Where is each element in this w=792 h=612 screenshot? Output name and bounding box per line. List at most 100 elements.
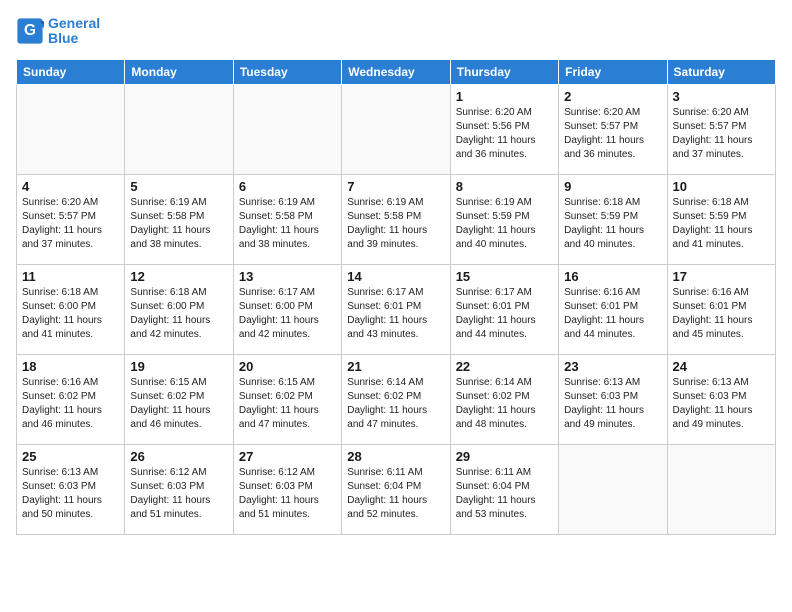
calendar-cell: 25 Sunrise: 6:13 AM Sunset: 6:03 PM Dayli… (17, 444, 125, 534)
cell-daylight-info: Sunrise: 6:12 AM Sunset: 6:03 PM Dayligh… (239, 466, 336, 522)
calendar-cell: 6Sunrise: 6:19 AM Sunset: 5:58 PM Daylig… (233, 174, 341, 264)
calendar-week-3: 11 Sunrise: 6:18 AM Sunset: 6:00 PM Dayli… (17, 264, 776, 354)
calendar-cell: 9 Sunrise: 6:18 AM Sunset: 5:59 PM Daylig… (559, 174, 667, 264)
logo-icon: G (16, 17, 44, 45)
cell-day-number: 5 (130, 179, 227, 194)
cell-day-number: 11 (22, 269, 119, 284)
calendar-cell (342, 84, 450, 174)
calendar-cell: 28 Sunrise: 6:11 AM Sunset: 6:04 PM Dayli… (342, 444, 450, 534)
cell-daylight-info: Sunrise: 6:18 AM Sunset: 5:59 PM Dayligh… (564, 196, 661, 252)
calendar-week-5: 25 Sunrise: 6:13 AM Sunset: 6:03 PM Dayli… (17, 444, 776, 534)
weekday-wednesday: Wednesday (342, 59, 450, 84)
cell-day-number: 25 (22, 449, 119, 464)
calendar-cell: 3 Sunrise: 6:20 AM Sunset: 5:57 PM Daylig… (667, 84, 775, 174)
cell-day-number: 12 (130, 269, 227, 284)
cell-day-number: 20 (239, 359, 336, 374)
cell-daylight-info: Sunrise: 6:20 AM Sunset: 5:56 PM Dayligh… (456, 106, 553, 162)
calendar-cell: 13 Sunrise: 6:17 AM Sunset: 6:00 PM Dayli… (233, 264, 341, 354)
calendar-cell: 19 Sunrise: 6:15 AM Sunset: 6:02 PM Dayli… (125, 354, 233, 444)
cell-day-number: 19 (130, 359, 227, 374)
cell-day-number: 16 (564, 269, 661, 284)
weekday-saturday: Saturday (667, 59, 775, 84)
cell-day-number: 28 (347, 449, 444, 464)
cell-day-number: 18 (22, 359, 119, 374)
weekday-friday: Friday (559, 59, 667, 84)
calendar-cell: 22 Sunrise: 6:14 AM Sunset: 6:02 PM Dayli… (450, 354, 558, 444)
cell-daylight-info: Sunrise: 6:19 AM Sunset: 5:58 PM Dayligh… (347, 196, 444, 252)
calendar-cell: 17 Sunrise: 6:16 AM Sunset: 6:01 PM Dayli… (667, 264, 775, 354)
calendar-cell: 8Sunrise: 6:19 AM Sunset: 5:59 PM Daylig… (450, 174, 558, 264)
logo-blue: Blue (48, 31, 100, 46)
cell-day-number: 14 (347, 269, 444, 284)
calendar-week-4: 18 Sunrise: 6:16 AM Sunset: 6:02 PM Dayli… (17, 354, 776, 444)
calendar-cell: 4Sunrise: 6:20 AM Sunset: 5:57 PM Daylig… (17, 174, 125, 264)
calendar-week-1: 1Sunrise: 6:20 AM Sunset: 5:56 PM Daylig… (17, 84, 776, 174)
cell-day-number: 10 (673, 179, 770, 194)
cell-daylight-info: Sunrise: 6:16 AM Sunset: 6:01 PM Dayligh… (673, 286, 770, 342)
svg-text:G: G (24, 23, 36, 40)
cell-day-number: 24 (673, 359, 770, 374)
cell-day-number: 2 (564, 89, 661, 104)
calendar-cell: 10Sunrise: 6:18 AM Sunset: 5:59 PM Dayli… (667, 174, 775, 264)
cell-day-number: 13 (239, 269, 336, 284)
weekday-sunday: Sunday (17, 59, 125, 84)
cell-daylight-info: Sunrise: 6:14 AM Sunset: 6:02 PM Dayligh… (456, 376, 553, 432)
cell-daylight-info: Sunrise: 6:19 AM Sunset: 5:58 PM Dayligh… (130, 196, 227, 252)
cell-day-number: 23 (564, 359, 661, 374)
calendar-cell (233, 84, 341, 174)
cell-daylight-info: Sunrise: 6:15 AM Sunset: 6:02 PM Dayligh… (130, 376, 227, 432)
cell-daylight-info: Sunrise: 6:11 AM Sunset: 6:04 PM Dayligh… (456, 466, 553, 522)
calendar-cell: 15 Sunrise: 6:17 AM Sunset: 6:01 PM Dayli… (450, 264, 558, 354)
calendar-cell: 21Sunrise: 6:14 AM Sunset: 6:02 PM Dayli… (342, 354, 450, 444)
calendar-cell (559, 444, 667, 534)
calendar-cell: 29 Sunrise: 6:11 AM Sunset: 6:04 PM Dayli… (450, 444, 558, 534)
calendar-cell: 2 Sunrise: 6:20 AM Sunset: 5:57 PM Daylig… (559, 84, 667, 174)
cell-daylight-info: Sunrise: 6:13 AM Sunset: 6:03 PM Dayligh… (673, 376, 770, 432)
cell-daylight-info: Sunrise: 6:11 AM Sunset: 6:04 PM Dayligh… (347, 466, 444, 522)
cell-daylight-info: Sunrise: 6:13 AM Sunset: 6:03 PM Dayligh… (22, 466, 119, 522)
cell-daylight-info: Sunrise: 6:20 AM Sunset: 5:57 PM Dayligh… (564, 106, 661, 162)
weekday-tuesday: Tuesday (233, 59, 341, 84)
cell-daylight-info: Sunrise: 6:18 AM Sunset: 6:00 PM Dayligh… (22, 286, 119, 342)
calendar-cell: 23 Sunrise: 6:13 AM Sunset: 6:03 PM Dayli… (559, 354, 667, 444)
calendar-week-2: 4Sunrise: 6:20 AM Sunset: 5:57 PM Daylig… (17, 174, 776, 264)
calendar-cell: 16 Sunrise: 6:16 AM Sunset: 6:01 PM Dayli… (559, 264, 667, 354)
calendar-body: 1Sunrise: 6:20 AM Sunset: 5:56 PM Daylig… (17, 84, 776, 534)
cell-daylight-info: Sunrise: 6:16 AM Sunset: 6:02 PM Dayligh… (22, 376, 119, 432)
weekday-thursday: Thursday (450, 59, 558, 84)
calendar-cell: 12Sunrise: 6:18 AM Sunset: 6:00 PM Dayli… (125, 264, 233, 354)
logo: G General Blue (16, 16, 100, 47)
cell-daylight-info: Sunrise: 6:20 AM Sunset: 5:57 PM Dayligh… (22, 196, 119, 252)
calendar-header: SundayMondayTuesdayWednesdayThursdayFrid… (17, 59, 776, 84)
calendar-cell: 14 Sunrise: 6:17 AM Sunset: 6:01 PM Dayli… (342, 264, 450, 354)
calendar-table: SundayMondayTuesdayWednesdayThursdayFrid… (16, 59, 776, 535)
cell-day-number: 26 (130, 449, 227, 464)
cell-daylight-info: Sunrise: 6:15 AM Sunset: 6:02 PM Dayligh… (239, 376, 336, 432)
cell-daylight-info: Sunrise: 6:19 AM Sunset: 5:58 PM Dayligh… (239, 196, 336, 252)
cell-day-number: 15 (456, 269, 553, 284)
cell-daylight-info: Sunrise: 6:12 AM Sunset: 6:03 PM Dayligh… (130, 466, 227, 522)
calendar-cell: 1Sunrise: 6:20 AM Sunset: 5:56 PM Daylig… (450, 84, 558, 174)
cell-daylight-info: Sunrise: 6:17 AM Sunset: 6:01 PM Dayligh… (347, 286, 444, 342)
calendar-cell: 26 Sunrise: 6:12 AM Sunset: 6:03 PM Dayli… (125, 444, 233, 534)
logo-general: General (48, 16, 100, 31)
cell-day-number: 22 (456, 359, 553, 374)
cell-day-number: 7 (347, 179, 444, 194)
calendar-cell: 5 Sunrise: 6:19 AM Sunset: 5:58 PM Daylig… (125, 174, 233, 264)
calendar-cell: 20 Sunrise: 6:15 AM Sunset: 6:02 PM Dayli… (233, 354, 341, 444)
page-header: G General Blue (16, 16, 776, 47)
calendar-cell: 24 Sunrise: 6:13 AM Sunset: 6:03 PM Dayli… (667, 354, 775, 444)
calendar-cell: 27Sunrise: 6:12 AM Sunset: 6:03 PM Dayli… (233, 444, 341, 534)
cell-daylight-info: Sunrise: 6:13 AM Sunset: 6:03 PM Dayligh… (564, 376, 661, 432)
calendar-cell (125, 84, 233, 174)
cell-day-number: 21 (347, 359, 444, 374)
cell-day-number: 29 (456, 449, 553, 464)
cell-daylight-info: Sunrise: 6:20 AM Sunset: 5:57 PM Dayligh… (673, 106, 770, 162)
cell-daylight-info: Sunrise: 6:16 AM Sunset: 6:01 PM Dayligh… (564, 286, 661, 342)
cell-day-number: 17 (673, 269, 770, 284)
cell-daylight-info: Sunrise: 6:17 AM Sunset: 6:01 PM Dayligh… (456, 286, 553, 342)
calendar-cell (17, 84, 125, 174)
cell-day-number: 3 (673, 89, 770, 104)
cell-daylight-info: Sunrise: 6:17 AM Sunset: 6:00 PM Dayligh… (239, 286, 336, 342)
cell-day-number: 9 (564, 179, 661, 194)
